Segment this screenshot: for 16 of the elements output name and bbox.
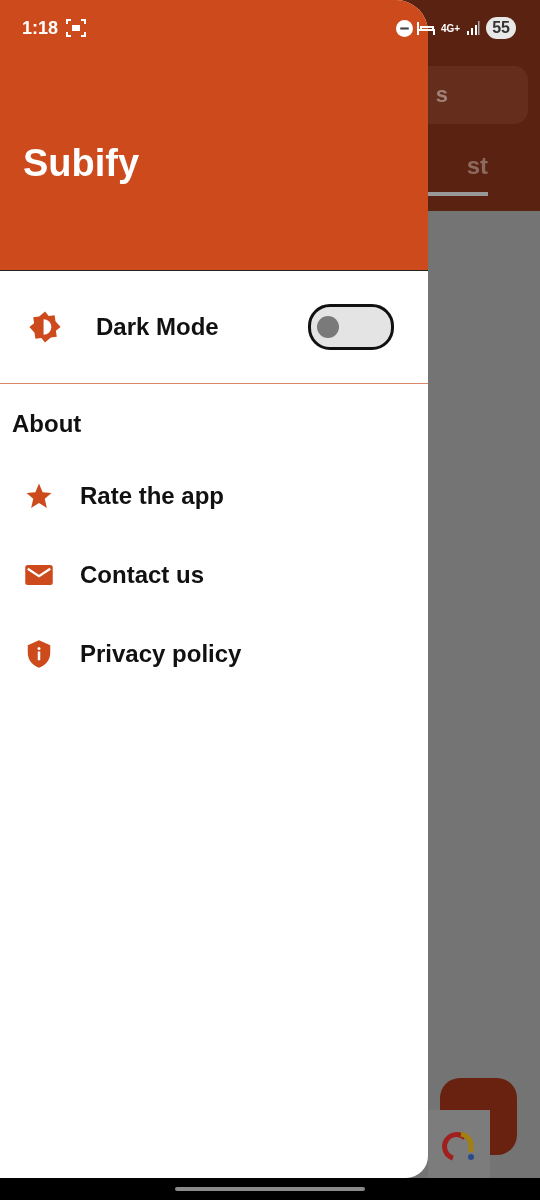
signal-icon [466, 21, 481, 35]
battery-level: 55 [486, 17, 516, 39]
drawer-item[interactable]: Rate the app [0, 456, 428, 535]
do-not-disturb-icon [396, 19, 413, 37]
drawer-item[interactable]: Privacy policy [0, 614, 428, 693]
app-logo-icon[interactable] [428, 1110, 490, 1178]
bed-icon [417, 20, 435, 36]
brightness-icon [28, 310, 62, 344]
app-title: Subify [23, 142, 140, 185]
dark-mode-switch[interactable] [308, 304, 394, 350]
dark-mode-label: Dark Mode [96, 313, 220, 341]
network-type: 4G+ [441, 22, 461, 34]
status-time: 1:18 [22, 17, 59, 39]
screenshot-icon [66, 19, 87, 37]
drawer-item[interactable]: Contact us [0, 535, 428, 614]
section-heading: About [12, 410, 83, 438]
